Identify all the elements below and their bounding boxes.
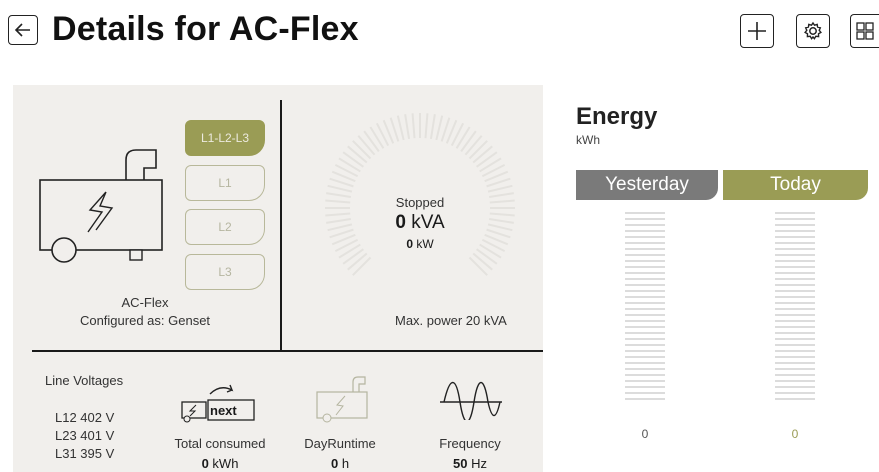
- frequency-value: 50: [453, 456, 468, 471]
- line-voltages-title: Line Voltages: [45, 373, 124, 388]
- device-config: Configured as: Genset: [79, 313, 211, 328]
- gauge-tick: [325, 212, 351, 217]
- sine-wave-icon: [440, 381, 502, 420]
- total-consumed-unit: kWh: [212, 456, 239, 471]
- phase-button-l1-l2-l3[interactable]: L1-L2-L3: [185, 120, 265, 156]
- gauge-tick: [489, 199, 515, 204]
- gauge-tick: [487, 223, 513, 232]
- gauge-tick: [326, 192, 352, 199]
- gauge-tick: [464, 135, 483, 156]
- gauge-tick: [325, 199, 351, 204]
- gauge-tick: [352, 256, 372, 276]
- tab-yesterday[interactable]: Yesterday: [576, 170, 718, 200]
- plus-icon: [748, 22, 766, 40]
- settings-button[interactable]: [796, 14, 830, 48]
- tab-today[interactable]: Today: [723, 170, 868, 200]
- back-button[interactable]: [8, 15, 38, 45]
- phase-button-l3[interactable]: L3: [185, 254, 265, 290]
- frequency-unit: Hz: [471, 456, 487, 471]
- line-voltage-l31: L31 395 V: [55, 446, 115, 461]
- day-runtime-label: DayRuntime: [304, 436, 376, 451]
- gauge-tick: [429, 114, 436, 140]
- vertical-divider: [280, 100, 282, 350]
- add-button[interactable]: [740, 14, 774, 48]
- gauge-tick: [326, 217, 352, 224]
- gauge-tick: [488, 192, 514, 199]
- kw-unit: kW: [416, 237, 434, 251]
- kw-readout: 0 kW: [370, 237, 470, 251]
- frequency-label: Frequency: [439, 436, 501, 451]
- gauge-tick: [342, 248, 364, 265]
- gauge-tick: [488, 217, 514, 224]
- grid-icon: [856, 22, 874, 40]
- gauge-tick: [468, 256, 488, 276]
- max-power: Max. power 20 kVA: [395, 313, 507, 328]
- gauge-status: Stopped: [395, 195, 445, 210]
- total-consumed-label: Total consumed: [174, 436, 266, 451]
- kva-value: 0: [395, 212, 406, 233]
- next-label: next: [210, 403, 237, 418]
- gauge-tick: [411, 113, 416, 139]
- day-runtime-unit: h: [341, 456, 350, 471]
- device-name: AC-Flex: [121, 295, 169, 310]
- gauge-tick: [342, 151, 364, 168]
- gauge-tick: [327, 223, 353, 232]
- gauge-tick: [424, 113, 429, 139]
- page-title: Details for AC-Flex: [52, 10, 359, 48]
- day-runtime-readout: 0 h: [290, 456, 390, 471]
- energy-title: Energy: [576, 103, 658, 130]
- kw-value: 0: [406, 237, 413, 251]
- runtime-genset-icon: [316, 376, 368, 423]
- gauge-tick: [347, 145, 368, 164]
- horizontal-divider: [32, 350, 543, 352]
- yesterday-energy-bar: [625, 212, 665, 402]
- line-voltage-l23: L23 401 V: [55, 428, 115, 443]
- gauge-tick: [476, 151, 498, 168]
- gauge-tick: [352, 140, 372, 160]
- phase-button-l1[interactable]: L1: [185, 165, 265, 201]
- total-consumed-readout: 0 kWh: [155, 456, 285, 471]
- gauge-tick: [468, 140, 488, 160]
- kva-unit: kVA: [411, 212, 445, 233]
- gauge-tick: [472, 252, 493, 271]
- gear-icon: [804, 21, 822, 40]
- gauge-tick: [404, 114, 411, 140]
- back-arrow-icon: [14, 23, 30, 37]
- gauge-tick: [472, 145, 493, 164]
- gauge-tick: [489, 212, 515, 217]
- gauge-tick: [435, 115, 444, 141]
- today-energy-bar: [775, 212, 815, 402]
- line-voltage-l12: L12 402 V: [55, 410, 115, 425]
- day-runtime-value: 0: [330, 456, 339, 471]
- gauge-tick: [363, 130, 380, 152]
- total-consumed-value: 0: [201, 456, 209, 471]
- gauge-tick: [476, 248, 498, 265]
- gauge-tick: [347, 252, 368, 271]
- gauge-tick: [357, 135, 376, 156]
- layout-button[interactable]: [850, 14, 879, 48]
- genset-icon: [39, 149, 163, 263]
- yesterday-energy-value: 0: [641, 427, 649, 441]
- phase-button-l2[interactable]: L2: [185, 209, 265, 245]
- energy-unit: kWh: [576, 133, 600, 147]
- gauge-tick: [460, 130, 477, 152]
- kva-readout: 0 kVA: [370, 212, 470, 234]
- gauge-tick: [396, 115, 405, 141]
- today-energy-value: 0: [791, 427, 799, 441]
- gauge-tick: [487, 184, 513, 193]
- frequency-readout: 50 Hz: [420, 456, 520, 471]
- gauge-tick: [327, 184, 353, 193]
